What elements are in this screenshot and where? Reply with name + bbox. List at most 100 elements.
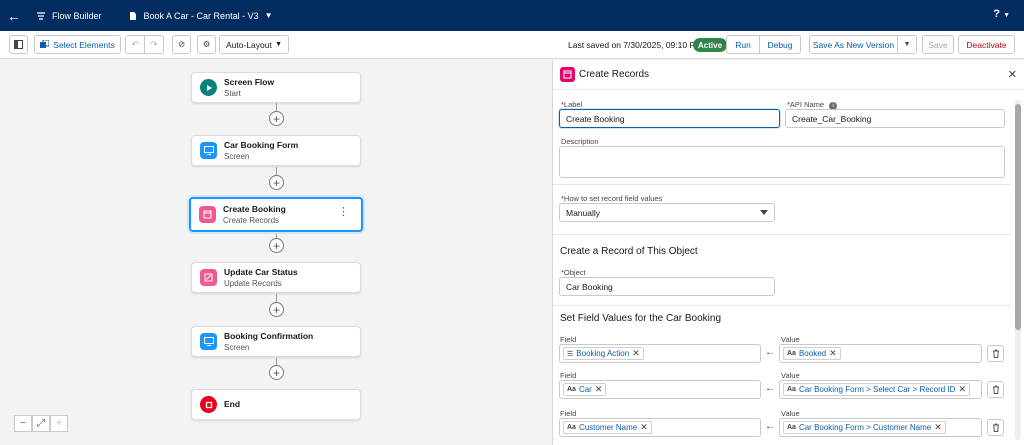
deactivate-button[interactable]: Deactivate	[958, 35, 1015, 54]
field-label: Field	[560, 371, 577, 380]
value-pill[interactable]: Aa Car Booking Form > Select Car > Recor…	[783, 383, 971, 396]
remove-icon[interactable]: ✕	[829, 348, 837, 359]
value-label: Value	[781, 371, 800, 380]
flow-node-start[interactable]: Screen Flow Start	[191, 72, 361, 103]
add-element-button[interactable]: +	[269, 111, 284, 126]
remove-icon[interactable]: ✕	[640, 422, 648, 433]
node-title: Update Car Status	[224, 266, 298, 277]
zoom-controls: − ⤢ +	[14, 415, 68, 432]
value-label: Value	[781, 335, 800, 344]
text-icon: Aa	[787, 386, 796, 393]
trash-icon	[992, 423, 999, 432]
debug-button[interactable]: Debug	[759, 35, 801, 54]
description-textarea[interactable]	[559, 146, 1005, 178]
app-name: Flow Builder	[52, 10, 102, 21]
last-saved-text: Last saved on 7/30/2025, 09:10 PM	[568, 40, 703, 50]
how-to-set-select[interactable]: Manually	[559, 203, 775, 222]
object-input[interactable]: Car Booking	[559, 277, 775, 296]
add-element-button[interactable]: +	[269, 365, 284, 380]
zoom-in-button[interactable]: +	[50, 415, 68, 432]
add-element-button[interactable]: +	[269, 302, 284, 317]
text-icon: Aa	[787, 350, 796, 357]
field-input[interactable]: Aa Car ✕	[559, 380, 761, 399]
flow-node-end[interactable]: End	[191, 389, 361, 420]
api-name-input[interactable]: Create_Car_Booking	[785, 109, 1005, 128]
node-subtitle: Start	[224, 88, 241, 98]
chevron-down-icon[interactable]: ▼	[265, 11, 273, 20]
flow-node-car-booking-form[interactable]: Car Booking Form Screen	[191, 135, 361, 166]
select-elements-button[interactable]: Select Elements	[34, 35, 121, 54]
save-button[interactable]: Save	[922, 35, 954, 54]
remove-icon[interactable]: ✕	[595, 384, 603, 395]
flow-node-create-booking[interactable]: Create Booking Create Records ⋮	[189, 197, 363, 232]
arrow-left-icon: ←	[765, 347, 775, 358]
divider	[553, 305, 1011, 306]
back-arrow-icon[interactable]: ←	[0, 8, 28, 24]
scrollbar-thumb[interactable]	[1015, 104, 1021, 330]
field-input[interactable]: ☰ Booking Action ✕	[559, 344, 761, 363]
select-elements-icon	[40, 40, 50, 48]
chevron-down-icon: ▼	[1003, 12, 1010, 19]
more-options-icon[interactable]: ⋮	[338, 207, 349, 218]
run-button[interactable]: Run	[726, 35, 760, 54]
field-pill[interactable]: ☰ Booking Action ✕	[563, 347, 644, 360]
object-field-label: *Object	[561, 268, 586, 277]
value-label: Value	[781, 409, 800, 418]
panel-scrollbar[interactable]	[1015, 100, 1021, 440]
flow-node-update-car-status[interactable]: Update Car Status Update Records	[191, 262, 361, 293]
panel-icon	[14, 40, 23, 49]
delete-row-button[interactable]	[987, 419, 1004, 436]
value-pill[interactable]: Aa Car Booking Form > Customer Name ✕	[783, 421, 946, 434]
flow-node-booking-confirmation[interactable]: Booking Confirmation Screen	[191, 326, 361, 357]
node-subtitle: Update Records	[224, 278, 282, 288]
help-button[interactable]: ? ▼	[993, 8, 1010, 20]
field-input[interactable]: Aa Customer Name ✕	[559, 418, 761, 437]
label-input[interactable]: Create Booking	[559, 109, 780, 128]
cancel-button[interactable]: ⊘	[172, 35, 191, 54]
remove-icon[interactable]: ✕	[632, 348, 640, 359]
trash-icon	[992, 349, 999, 358]
section-title-fields: Set Field Values for the Car Booking	[560, 313, 722, 324]
toggle-panel-button[interactable]	[9, 35, 28, 54]
node-subtitle: Screen	[224, 342, 250, 352]
zoom-out-button[interactable]: −	[14, 415, 32, 432]
trash-icon	[992, 385, 999, 394]
field-pill[interactable]: Aa Customer Name ✕	[563, 421, 652, 434]
delete-row-button[interactable]	[987, 345, 1004, 362]
undo-icon: ↶	[131, 39, 139, 49]
close-icon[interactable]: ✕	[1008, 68, 1017, 81]
add-element-button[interactable]: +	[269, 175, 284, 190]
layout-select[interactable]: Auto-Layout ▼	[219, 35, 289, 54]
remove-icon[interactable]: ✕	[934, 422, 942, 433]
status-badge: Active	[693, 38, 728, 52]
file-icon	[129, 11, 136, 20]
label-field-label: *Label	[561, 100, 583, 109]
description-field-label: Description	[561, 137, 599, 146]
redo-icon: ↷	[150, 39, 158, 49]
toolbar: Select Elements ↶ ↷ ⊘ ⚙ Auto-Layout ▼ La…	[0, 31, 1024, 59]
value-pill[interactable]: Aa Booked ✕	[783, 347, 841, 360]
fit-view-button[interactable]: ⤢	[32, 415, 50, 432]
add-element-button[interactable]: +	[269, 238, 284, 253]
picklist-icon: ☰	[567, 350, 574, 358]
delete-row-button[interactable]	[987, 381, 1004, 398]
save-as-new-version-button[interactable]: Save As New Version	[809, 35, 898, 54]
value-input[interactable]: Aa Car Booking Form > Customer Name ✕	[779, 418, 982, 437]
node-title: Screen Flow	[224, 76, 275, 87]
field-label: Field	[560, 409, 577, 418]
panel-title: Create Records	[579, 69, 650, 80]
field-label: Field	[560, 335, 577, 344]
value-input[interactable]: Aa Car Booking Form > Select Car > Recor…	[779, 380, 982, 399]
node-title: Create Booking	[223, 203, 286, 214]
value-input[interactable]: Aa Booked ✕	[779, 344, 982, 363]
undo-button[interactable]: ↶	[125, 35, 145, 54]
settings-button[interactable]: ⚙	[197, 35, 216, 54]
save-options-button[interactable]: ▼	[897, 35, 917, 54]
flow-canvas[interactable]: + + + + + Screen Flow Start Car Booking …	[0, 60, 552, 445]
create-record-icon	[199, 206, 216, 223]
flow-title[interactable]: Book A Car - Car Rental - V3 ▼	[128, 11, 273, 21]
top-navigation-bar: ← Flow Builder Book A Car - Car Rental -…	[0, 0, 1024, 31]
field-pill[interactable]: Aa Car ✕	[563, 383, 607, 396]
remove-icon[interactable]: ✕	[958, 384, 966, 395]
redo-button[interactable]: ↷	[144, 35, 164, 54]
